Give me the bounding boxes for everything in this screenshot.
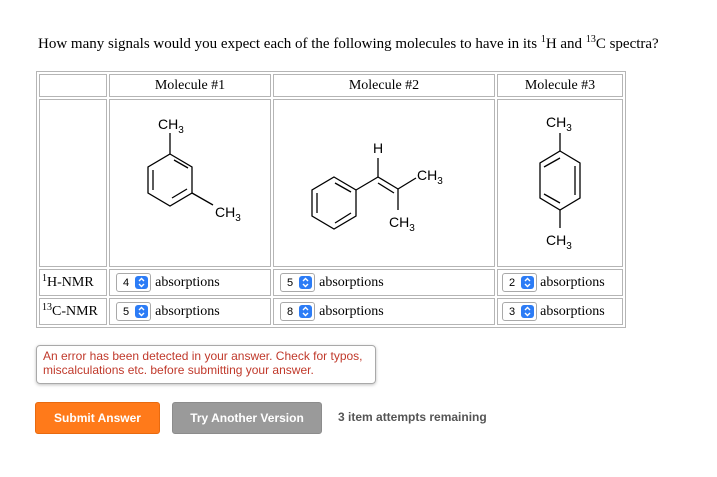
header-molecule-1: Molecule #1 (109, 74, 271, 97)
corner-cell-structure (39, 99, 107, 267)
c-nmr-molecule-3-select[interactable]: 3 (502, 302, 538, 321)
m1-ch3-bottom: CH3 (215, 204, 241, 224)
molecule-3-structure: CH3 CH3 (497, 99, 623, 267)
h-nmr-molecule-3-cell: 2 absorptions (497, 269, 623, 296)
select-value: 5 (287, 276, 294, 289)
select-value: 2 (509, 276, 516, 289)
c-nmr-molecule-3-cell: 3 absorptions (497, 298, 623, 325)
molecule-2-structure: H CH3 CH3 (273, 99, 495, 267)
chevron-updown-icon (299, 276, 313, 289)
answer-table: Molecule #1 Molecule #2 Molecule #3 CH3 … (36, 71, 626, 328)
c-text: C spectra? (595, 36, 659, 52)
h-nmr-molecule-1-cell: 4 absorptions (109, 269, 271, 296)
molecule-1-structure: CH3 CH3 (109, 99, 271, 267)
chevron-updown-icon (521, 276, 535, 289)
h-nmr-molecule-1-select[interactable]: 4 (116, 273, 152, 292)
c-nmr-superscript: 13 (42, 301, 52, 313)
select-value: 3 (509, 305, 516, 318)
chevron-updown-icon (135, 276, 149, 289)
submit-answer-button[interactable]: Submit Answer (35, 402, 160, 434)
unit-label: absorptions (155, 274, 220, 290)
row-label-h-nmr: 1H-NMR (39, 269, 107, 296)
m3-ch3-bottom: CH3 (546, 232, 572, 252)
m2-ch3-bottom: CH3 (389, 214, 415, 234)
unit-label: absorptions (540, 274, 605, 290)
header-molecule-3: Molecule #3 (497, 74, 623, 97)
h-nmr-molecule-2-cell: 5 absorptions (273, 269, 495, 296)
h-text: H and (545, 36, 586, 52)
h-nmr-molecule-3-select[interactable]: 2 (502, 273, 538, 292)
unit-label: absorptions (155, 303, 220, 319)
chevron-updown-icon (135, 305, 149, 318)
molecule-2-drawing: H CH3 CH3 (311, 140, 443, 234)
question-text: How many signals would you expect each o… (38, 34, 659, 53)
select-value: 5 (123, 305, 130, 318)
attempts-remaining: 3 item attempts remaining (338, 410, 487, 424)
m1-ch3-top: CH3 (158, 116, 184, 136)
unit-label: absorptions (319, 274, 384, 290)
row-label-c-nmr: 13C-NMR (39, 298, 107, 325)
corner-cell (39, 74, 107, 97)
question-prefix: How many signals would you expect each o… (38, 36, 541, 52)
chevron-updown-icon (299, 305, 313, 318)
m2-ch3-right: CH3 (417, 167, 443, 187)
error-message: An error has been detected in your answe… (36, 345, 376, 384)
molecule-1-drawing: CH3 CH3 (147, 116, 241, 224)
molecule-3-drawing: CH3 CH3 (539, 114, 581, 252)
select-value: 8 (287, 305, 294, 318)
header-molecule-2: Molecule #2 (273, 74, 495, 97)
select-value: 4 (123, 276, 130, 289)
unit-label: absorptions (319, 303, 384, 319)
h-nmr-molecule-2-select[interactable]: 5 (280, 273, 316, 292)
c-nmr-molecule-1-cell: 5 absorptions (109, 298, 271, 325)
c-nmr-molecule-1-select[interactable]: 5 (116, 302, 152, 321)
c-nmr-molecule-2-cell: 8 absorptions (273, 298, 495, 325)
c-nmr-text: C-NMR (52, 303, 98, 319)
c-superscript: 13 (585, 34, 596, 45)
try-another-version-button[interactable]: Try Another Version (172, 402, 322, 434)
c-nmr-molecule-2-select[interactable]: 8 (280, 302, 316, 321)
chevron-updown-icon (521, 305, 535, 318)
unit-label: absorptions (540, 303, 605, 319)
m2-h: H (373, 140, 383, 156)
h-nmr-text: H-NMR (47, 274, 94, 290)
m3-ch3-top: CH3 (546, 114, 572, 134)
